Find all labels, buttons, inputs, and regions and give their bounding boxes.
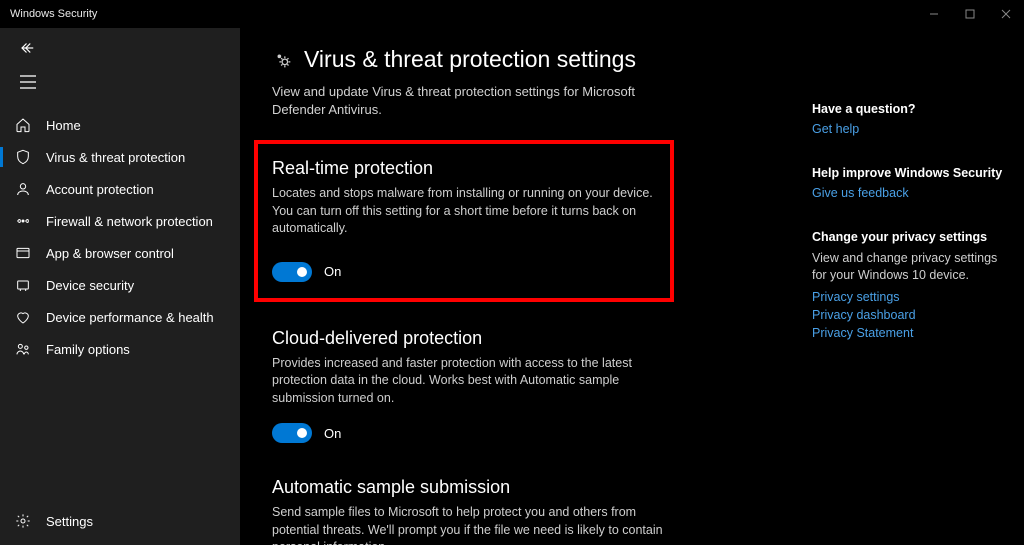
page-subtitle: View and update Virus & threat protectio… — [272, 83, 672, 118]
toggle-cloud[interactable] — [272, 423, 312, 443]
sidebar-item-label: Account protection — [46, 182, 154, 197]
sidebar-item-family[interactable]: Family options — [0, 333, 240, 365]
link-feedback[interactable]: Give us feedback — [812, 186, 1012, 200]
hamburger-button[interactable] — [8, 65, 48, 99]
chip-icon — [14, 276, 32, 294]
toggle-label-cloud: On — [324, 426, 341, 441]
titlebar: Windows Security — [0, 0, 1024, 28]
sidebar-item-label: Firewall & network protection — [46, 214, 213, 229]
section-title-realtime: Real-time protection — [272, 158, 654, 179]
rc-improve-title: Help improve Windows Security — [812, 166, 1012, 180]
sidebar-item-settings[interactable]: Settings — [0, 505, 240, 537]
close-button[interactable] — [988, 0, 1024, 28]
sidebar-item-firewall[interactable]: Firewall & network protection — [0, 205, 240, 237]
sidebar-item-label: Device security — [46, 278, 134, 293]
settings-gear-icon — [272, 49, 294, 71]
sidebar-item-label: Home — [46, 118, 81, 133]
signal-icon — [14, 212, 32, 230]
main-content: Virus & threat protection settings View … — [240, 28, 1024, 545]
sidebar-item-label: Device performance & health — [46, 310, 214, 325]
minimize-button[interactable] — [916, 0, 952, 28]
sidebar-item-home[interactable]: Home — [0, 109, 240, 141]
sidebar-item-device-security[interactable]: Device security — [0, 269, 240, 301]
highlight-realtime: Real-time protection Locates and stops m… — [254, 140, 674, 302]
section-desc-sample: Send sample files to Microsoft to help p… — [272, 504, 672, 545]
section-title-cloud: Cloud-delivered protection — [272, 328, 772, 349]
shield-icon — [14, 148, 32, 166]
link-privacy-settings[interactable]: Privacy settings — [812, 290, 1012, 304]
person-icon — [14, 180, 32, 198]
section-cloud: Cloud-delivered protection Provides incr… — [272, 328, 772, 444]
link-privacy-statement[interactable]: Privacy Statement — [812, 326, 1012, 340]
window-icon — [14, 244, 32, 262]
sidebar-item-virus-protection[interactable]: Virus & threat protection — [0, 141, 240, 173]
link-privacy-dashboard[interactable]: Privacy dashboard — [812, 308, 1012, 322]
window-controls — [916, 0, 1024, 28]
sidebar-item-device-health[interactable]: Device performance & health — [0, 301, 240, 333]
right-column: Have a question? Get help Help improve W… — [812, 46, 1012, 545]
rc-privacy-title: Change your privacy settings — [812, 230, 1012, 244]
back-button[interactable] — [8, 31, 48, 65]
section-desc-cloud: Provides increased and faster protection… — [272, 355, 672, 408]
sidebar-item-account-protection[interactable]: Account protection — [0, 173, 240, 205]
home-icon — [14, 116, 32, 134]
family-icon — [14, 340, 32, 358]
nav: Home Virus & threat protection Account p… — [0, 109, 240, 365]
link-get-help[interactable]: Get help — [812, 122, 1012, 136]
rc-privacy-desc: View and change privacy settings for you… — [812, 250, 1012, 284]
section-sample: Automatic sample submission Send sample … — [272, 477, 772, 545]
sidebar-item-label: Settings — [46, 514, 93, 529]
app-title: Windows Security — [10, 8, 97, 20]
toggle-realtime[interactable] — [272, 262, 312, 282]
heart-icon — [14, 308, 32, 326]
sidebar-item-label: App & browser control — [46, 246, 174, 261]
sidebar-item-app-browser[interactable]: App & browser control — [0, 237, 240, 269]
section-desc-realtime: Locates and stops malware from installin… — [272, 185, 654, 238]
page-title: Virus & threat protection settings — [304, 46, 636, 73]
sidebar-item-label: Virus & threat protection — [46, 150, 185, 165]
sidebar-item-label: Family options — [46, 342, 130, 357]
rc-question-title: Have a question? — [812, 102, 1012, 116]
sidebar: Home Virus & threat protection Account p… — [0, 28, 240, 545]
section-title-sample: Automatic sample submission — [272, 477, 772, 498]
gear-icon — [14, 512, 32, 530]
toggle-label-realtime: On — [324, 264, 341, 279]
maximize-button[interactable] — [952, 0, 988, 28]
